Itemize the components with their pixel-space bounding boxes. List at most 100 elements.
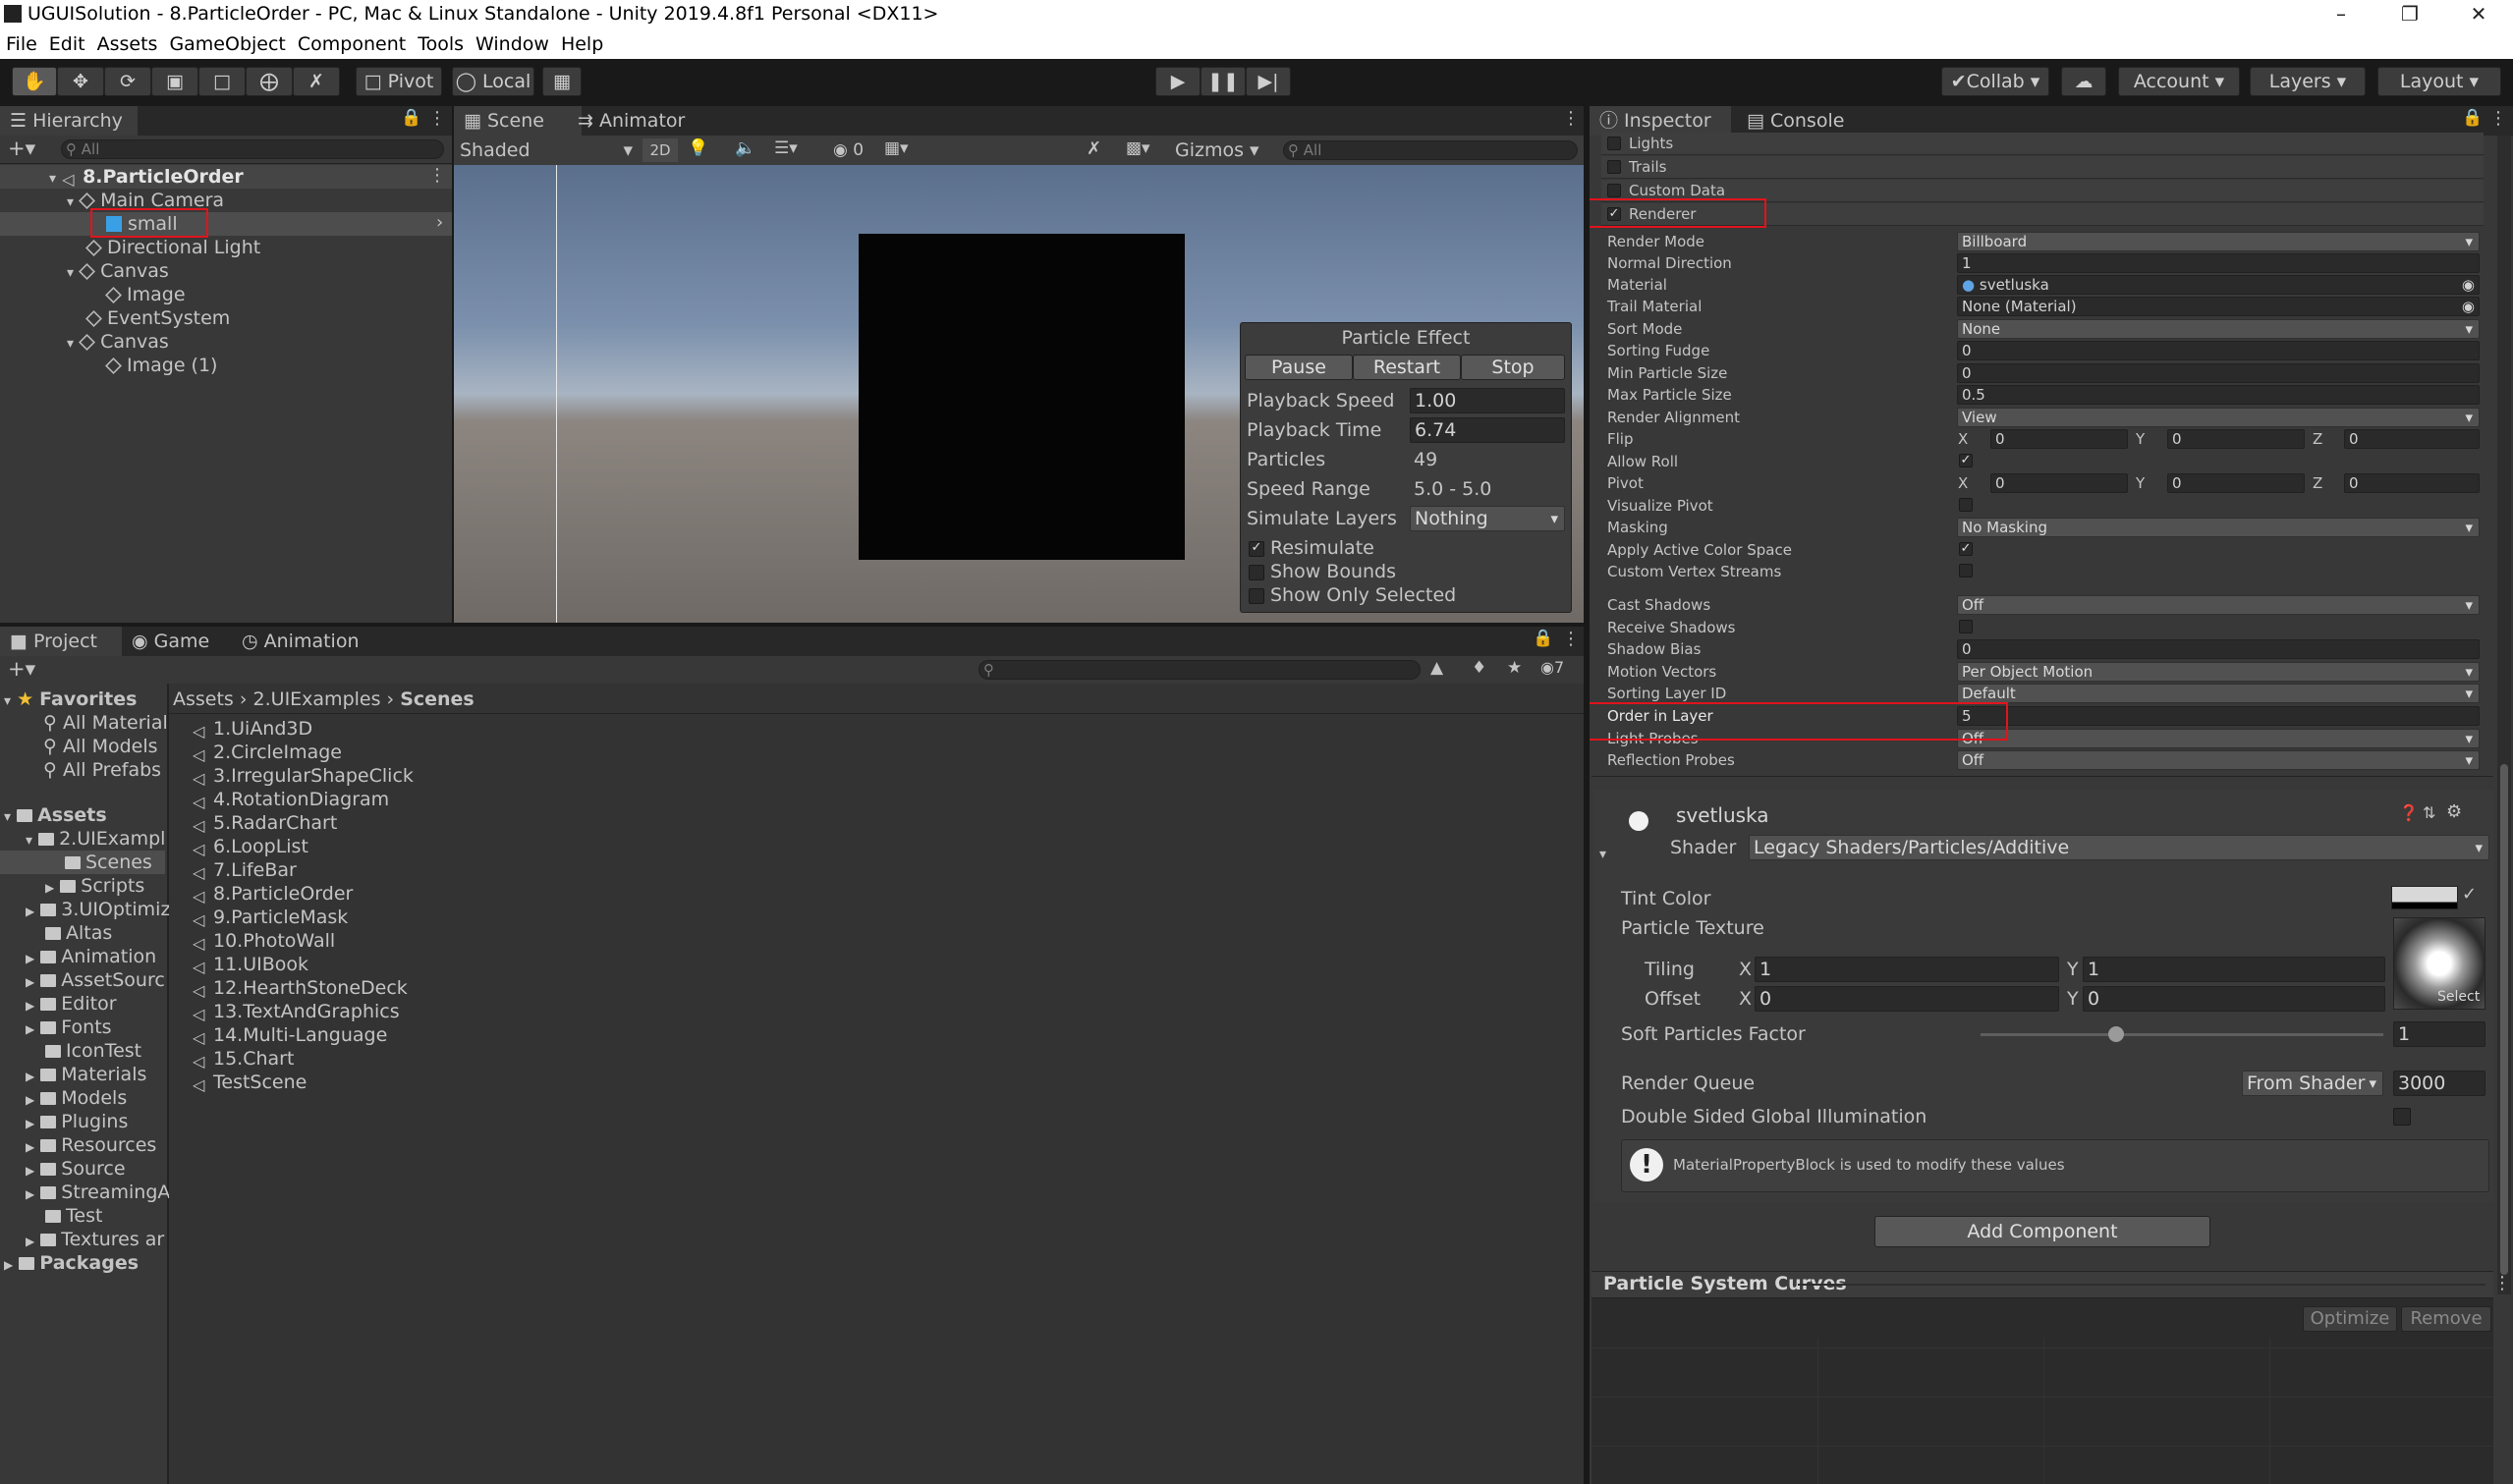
selected-row[interactable] — [0, 212, 452, 236]
double-sided-gi-checkbox[interactable] — [2393, 1108, 2411, 1126]
restart-particle-button[interactable]: Restart — [1353, 355, 1461, 380]
favorite-item[interactable]: ⚲ All Material — [43, 711, 168, 735]
scene-file[interactable]: ◁ 9.ParticleMask — [193, 906, 348, 929]
tab-game[interactable]: ◉ Game — [122, 627, 236, 656]
hierarchy-item-directional-light[interactable]: Directional Light — [85, 236, 260, 259]
tab-animation[interactable]: ◷ Animation — [232, 627, 379, 656]
pause-button[interactable]: ❚❚ — [1201, 67, 1246, 96]
folder-item[interactable]: ▶ Fonts — [26, 1016, 112, 1039]
motion-vectors-dropdown[interactable]: Per Object Motion — [1957, 662, 2480, 682]
normal-direction-input[interactable]: 1 — [1957, 253, 2480, 273]
scene-file[interactable]: ◁ 8.ParticleOrder — [193, 882, 353, 906]
resimulate-checkbox[interactable]: ✓ — [1249, 541, 1264, 557]
scrollbar-thumb[interactable] — [2500, 764, 2508, 1275]
tab-inspector[interactable]: ⓘ Inspector — [1590, 106, 1731, 136]
scene-file[interactable]: ◁ TestScene — [193, 1071, 307, 1094]
soft-particles-input[interactable]: 1 — [2393, 1021, 2485, 1047]
scene-file[interactable]: ◁ 2.CircleImage — [193, 741, 342, 764]
pause-particle-button[interactable]: Pause — [1245, 355, 1353, 380]
lock-icon[interactable]: 🔒 — [401, 108, 421, 128]
gizmos-dropdown[interactable]: Gizmos ▾ — [1175, 138, 1259, 162]
folder-item[interactable]: ▶ Plugins — [26, 1110, 128, 1133]
playback-time-input[interactable]: 6.74 — [1410, 417, 1565, 443]
maximize-icon[interactable]: ❐ — [2375, 0, 2444, 29]
menu-file[interactable]: File — [0, 29, 43, 59]
grid-icon[interactable]: ▦▾ — [884, 138, 909, 158]
scene-file[interactable]: ◁ 12.HearthStoneDeck — [193, 976, 408, 1000]
remove-button[interactable]: Remove — [2401, 1306, 2491, 1332]
step-button[interactable]: ▶| — [1246, 67, 1291, 96]
particle-curves-area[interactable]: Optimize Remove — [1592, 1298, 2493, 1484]
scene-root-item[interactable]: ▾ ◁ 8.ParticleOrder — [49, 165, 244, 189]
custom-vertex-streams-checkbox[interactable] — [1959, 564, 1973, 577]
folder-item[interactable]: ▶ 3.UIOptimiz — [26, 898, 170, 921]
breadcrumb-uiexamples[interactable]: 2.UIExamples — [253, 688, 381, 710]
sorting-layer-id-dropdown[interactable]: Default — [1957, 684, 2480, 703]
hand-tool-icon[interactable]: ✋ — [12, 67, 57, 96]
shader-dropdown[interactable]: Legacy Shaders/Particles/Additive — [1749, 835, 2489, 860]
hierarchy-search-input[interactable]: ⚲ All — [61, 139, 444, 159]
scene-file[interactable]: ◁ 13.TextAndGraphics — [193, 1000, 400, 1023]
search-by-type-icon[interactable]: ▲ — [1430, 658, 1443, 678]
menu-component[interactable]: Component — [292, 29, 412, 59]
collab-button[interactable]: ✔Collab ▾ — [1941, 67, 2049, 96]
module-lights[interactable]: Lights — [1601, 133, 2484, 155]
custom-tool-icon[interactable]: ✗ — [293, 67, 340, 96]
scale-tool-icon[interactable]: ▣ — [151, 67, 198, 96]
folder-item[interactable]: ▶ Source — [26, 1157, 126, 1181]
playback-speed-input[interactable]: 1.00 — [1410, 388, 1565, 413]
kebab-menu-icon[interactable]: ⋮ — [1562, 108, 1580, 129]
pivot-toggle[interactable]: □ Pivot — [356, 67, 442, 96]
cloud-icon[interactable]: ☁ — [2061, 67, 2106, 96]
module-trails[interactable]: Trails — [1601, 156, 2484, 179]
layout-button[interactable]: Layout ▾ — [2377, 67, 2501, 96]
kebab-menu-icon[interactable]: ⋮ — [2489, 108, 2507, 129]
breadcrumb-scenes[interactable]: Scenes — [400, 688, 475, 710]
foldout-arrow-icon[interactable]: ▾ — [1599, 847, 1606, 862]
custom-data-checkbox[interactable] — [1607, 184, 1621, 197]
hierarchy-item-eventsystem[interactable]: EventSystem — [85, 306, 230, 330]
visualize-pivot-checkbox[interactable] — [1959, 498, 1973, 512]
material-object-field[interactable]: ● svetluska ◉ — [1957, 275, 2480, 295]
scene-file[interactable]: ◁ 15.Chart — [193, 1047, 294, 1071]
audio-icon[interactable]: 🔈 — [735, 138, 755, 158]
hierarchy-item-image[interactable]: Image — [105, 283, 186, 306]
render-queue-input[interactable]: 3000 — [2393, 1071, 2485, 1096]
tint-color-swatch[interactable] — [2391, 886, 2458, 909]
favorite-star-icon[interactable]: ★ — [1507, 658, 1522, 678]
local-toggle[interactable]: ◯ Local — [452, 67, 534, 96]
lock-icon[interactable]: 🔒 — [1533, 629, 1553, 648]
packages-header[interactable]: ▶ Packages — [4, 1251, 139, 1275]
cast-shadows-dropdown[interactable]: Off — [1957, 595, 2480, 615]
add-icon[interactable]: +▾ — [8, 137, 35, 160]
lights-checkbox[interactable] — [1607, 137, 1621, 150]
trail-material-object-field[interactable]: None (Material) ◉ — [1957, 297, 2480, 316]
show-only-selected-checkbox[interactable] — [1249, 588, 1264, 604]
menu-gameobject[interactable]: GameObject — [163, 29, 291, 59]
favorites-header[interactable]: ▾ ★ Favorites — [4, 687, 137, 711]
menu-window[interactable]: Window — [470, 29, 555, 59]
scene-file[interactable]: ◁ 1.UiAnd3D — [193, 717, 312, 741]
mode-2d-button[interactable]: 2D — [642, 138, 678, 162]
scene-file[interactable]: ◁ 7.LifeBar — [193, 858, 297, 882]
masking-dropdown[interactable]: No Masking — [1957, 518, 2480, 537]
hidden-packages-toggle[interactable]: ◉7 — [1540, 658, 1564, 677]
rect-tool-icon[interactable]: □ — [198, 67, 246, 96]
folder-item[interactable]: Altas — [45, 921, 112, 945]
kebab-menu-icon[interactable]: ⋮ — [2493, 1273, 2511, 1293]
kebab-menu-icon[interactable]: ⋮ — [1562, 629, 1580, 649]
pivot-x-input[interactable]: 0 — [1990, 473, 2128, 493]
max-particle-size-input[interactable]: 0.5 — [1957, 385, 2480, 405]
preset-icon[interactable]: ⇅ — [2423, 803, 2435, 822]
apply-active-color-space-checkbox[interactable]: ✓ — [1959, 542, 1973, 556]
assets-header[interactable]: ▾ Assets — [4, 803, 107, 827]
render-queue-mode-dropdown[interactable]: From Shader — [2242, 1071, 2383, 1096]
eyedropper-icon[interactable]: ✓ — [2462, 884, 2477, 905]
effects-icon[interactable]: ☰▾ — [774, 138, 798, 158]
scene-search-input[interactable]: ⚲ All — [1283, 140, 1578, 160]
favorite-item[interactable]: ⚲ All Models — [43, 735, 158, 758]
tab-console[interactable]: ▤ Console — [1737, 106, 1874, 136]
scene-file[interactable]: ◁ 11.UIBook — [193, 953, 308, 976]
offset-y-input[interactable]: 0 — [2083, 986, 2385, 1012]
flip-z-input[interactable]: 0 — [2344, 429, 2480, 449]
